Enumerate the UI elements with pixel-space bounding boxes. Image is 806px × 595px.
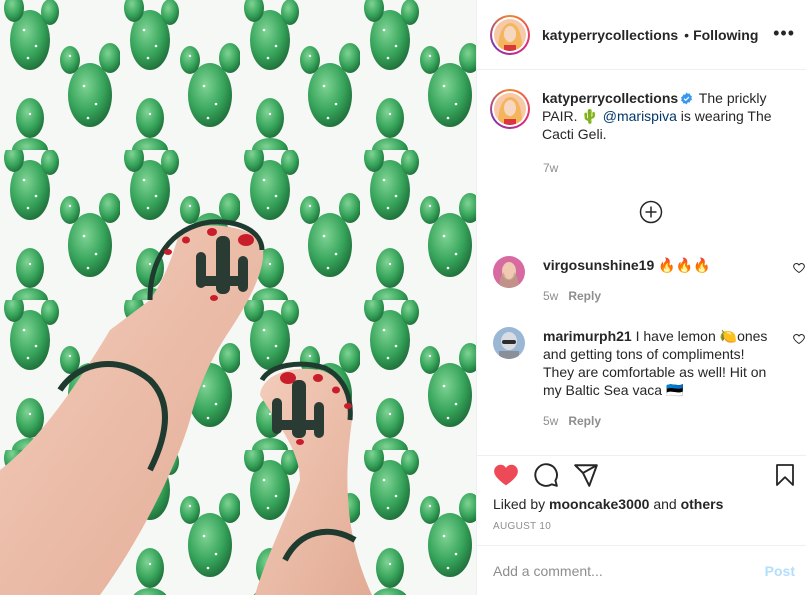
comment-text: 🔥🔥🔥 [654,257,711,273]
commenter-avatar[interactable] [493,256,525,288]
reply-button[interactable]: Reply [568,414,601,428]
author-avatar[interactable] [490,14,530,55]
caption-username[interactable]: katyperrycollections [542,90,678,106]
verified-badge-icon [681,92,693,105]
commenter-username[interactable]: virgosunshine19 [543,257,654,273]
comment-input[interactable] [493,562,765,579]
post-caption: katyperrycollections The prickly PAIR. 🌵… [490,89,796,143]
reply-button[interactable]: Reply [568,289,601,303]
comment-timestamp[interactable]: 5w [543,414,558,428]
comment-like-icon[interactable] [793,262,805,274]
liked-by-user[interactable]: mooncake3000 [549,496,649,512]
commenter-avatar[interactable] [493,327,525,359]
author-avatar-image [494,18,526,51]
liked-by-others[interactable]: others [681,496,724,512]
post-details-panel: katyperrycollections • Following ••• kat… [476,0,806,595]
post-comment-button[interactable]: Post [765,563,795,579]
comment-icon[interactable] [533,462,559,488]
post-header: katyperrycollections • Following ••• [477,0,806,70]
share-icon[interactable] [573,462,599,488]
likes-summary: Liked by mooncake3000 and others [493,496,724,512]
comment-composer: Post [477,545,806,595]
caption-mention[interactable]: @marispiva [603,108,677,124]
caption-text: katyperrycollections The prickly PAIR. 🌵… [542,89,782,143]
comment-item: virgosunshine19 🔥🔥🔥 5w Reply [493,256,805,305]
post-dialog: katyperrycollections • Following ••• kat… [0,0,806,595]
author-username[interactable]: katyperrycollections [542,27,678,43]
post-image[interactable] [0,0,476,595]
save-icon[interactable] [773,462,797,488]
comment-item: marimurph21 I have lemon 🍋ones and getti… [493,327,805,430]
like-icon[interactable] [493,462,519,488]
following-button[interactable]: Following [693,27,758,43]
comment-timestamp[interactable]: 5w [543,289,558,303]
caption-timestamp[interactable]: 7w [543,161,558,175]
post-date[interactable]: AUGUST 10 [493,521,551,532]
cactus-sandals-photo [0,0,476,595]
cactus-emoji: 🌵 [581,108,599,124]
more-options-icon[interactable]: ••• [773,24,795,42]
load-more-comments-icon[interactable] [639,200,663,224]
commenter-username[interactable]: marimurph21 [543,328,632,344]
comment-like-icon[interactable] [793,333,805,345]
caption-author-avatar[interactable] [490,89,530,129]
separator-dot: • [684,26,690,43]
